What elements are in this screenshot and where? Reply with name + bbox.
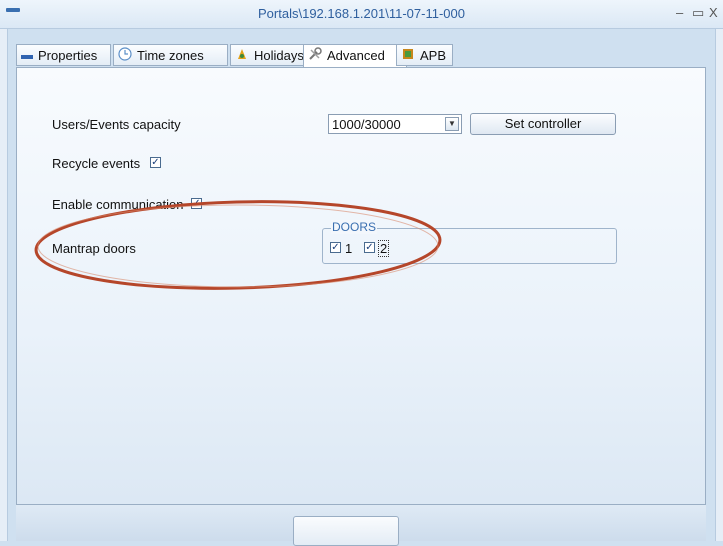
enable-communication-checkbox[interactable]: ✓	[191, 198, 202, 209]
door-2-label: 2	[378, 240, 390, 257]
mantrap-doors-label: Mantrap doors	[52, 241, 136, 256]
bottom-button[interactable]	[293, 516, 399, 546]
tab-label: Advanced	[327, 48, 385, 63]
holidays-icon	[235, 46, 249, 68]
apb-icon	[401, 46, 415, 68]
set-controller-button[interactable]: Set controller	[470, 113, 616, 135]
tab-holidays[interactable]: Holidays	[230, 44, 314, 66]
tools-icon	[308, 46, 322, 68]
properties-icon	[21, 46, 33, 68]
tab-label: Time zones	[137, 48, 204, 63]
capacity-select[interactable]: 1000/30000 ▼	[328, 114, 462, 134]
title-bar: Portals\192.168.1.201\11-07-11-000 – ▭ X	[0, 0, 723, 29]
tab-apb[interactable]: APB	[396, 44, 453, 66]
enable-communication-label: Enable communication	[52, 197, 184, 212]
recycle-events-label: Recycle events	[52, 156, 141, 171]
minimize-button[interactable]: –	[676, 5, 683, 20]
door-1-checkbox[interactable]: ✓	[330, 242, 341, 253]
door-2-checkbox[interactable]: ✓	[364, 242, 375, 253]
window-right-border	[715, 28, 723, 541]
chevron-down-icon[interactable]: ▼	[445, 117, 459, 131]
window-title: Portals\192.168.1.201\11-07-11-000	[258, 6, 465, 21]
clock-icon	[118, 46, 132, 68]
tab-label: Properties	[38, 48, 98, 63]
recycle-events-checkbox[interactable]: ✓	[150, 157, 161, 168]
door-1-label: 1	[345, 241, 353, 256]
capacity-label: Users/Events capacity	[52, 117, 181, 132]
tab-label: Holidays	[254, 48, 304, 63]
tab-label: APB	[420, 48, 447, 63]
maximize-button[interactable]: ▭	[692, 5, 704, 21]
tab-properties[interactable]: Properties	[16, 44, 111, 66]
doors-group-label: DOORS	[331, 220, 378, 234]
capacity-value: 1000/30000	[332, 117, 401, 132]
window-left-border	[0, 28, 8, 541]
tab-advanced[interactable]: Advanced	[303, 44, 407, 68]
tab-time-zones[interactable]: Time zones	[113, 44, 228, 66]
close-button[interactable]: X	[709, 5, 718, 20]
